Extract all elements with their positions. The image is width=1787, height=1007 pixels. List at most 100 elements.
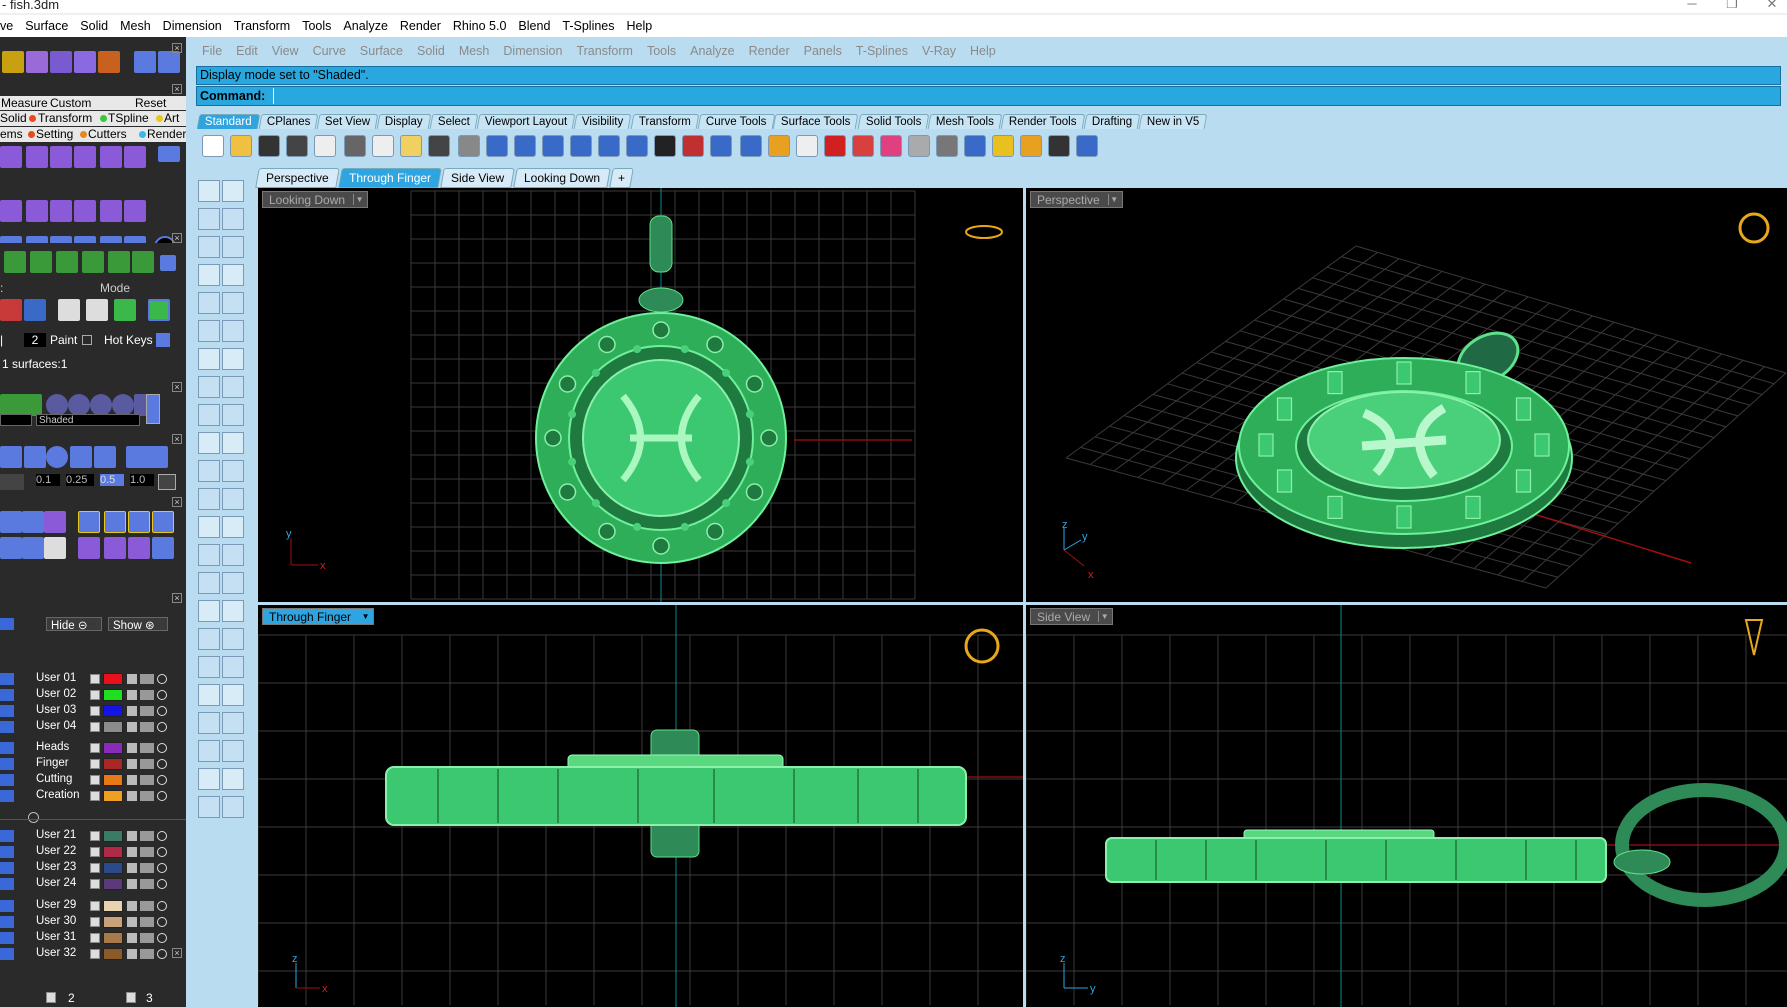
side-tool-icon[interactable] [222, 348, 244, 370]
layer-row[interactable]: User 29 [0, 899, 178, 913]
pan-icon[interactable] [458, 135, 480, 157]
layer-name[interactable]: User 01 [36, 672, 76, 684]
layer-name[interactable]: User 29 [36, 899, 76, 911]
print-icon[interactable] [286, 135, 308, 157]
tab-solid-tools[interactable]: Solid Tools [857, 114, 930, 129]
help-icon[interactable] [1076, 135, 1098, 157]
side-tool-icon[interactable] [222, 292, 244, 314]
cube-icon[interactable] [26, 146, 48, 168]
layer-color-swatch[interactable] [103, 900, 123, 912]
linetype-icon[interactable] [140, 690, 154, 700]
linetype-icon[interactable] [140, 933, 154, 943]
expand-icon[interactable] [90, 949, 100, 959]
layer-color-swatch[interactable] [103, 758, 123, 770]
menu-blend[interactable]: Blend [512, 19, 556, 33]
gear-icon[interactable] [1020, 135, 1042, 157]
side-tool-icon[interactable] [198, 432, 220, 454]
tab-drafting[interactable]: Drafting [1083, 114, 1141, 129]
custom-label[interactable]: Custom [50, 96, 91, 110]
layer-select[interactable] [0, 414, 32, 426]
lock-icon[interactable] [127, 775, 137, 785]
close-icon[interactable]: × [172, 434, 182, 444]
tool-icon[interactable] [992, 135, 1014, 157]
viewport-through-finger[interactable]: z x Through Finger ▼ [258, 605, 1023, 1007]
close-icon[interactable]: × [172, 593, 182, 603]
layer-row[interactable]: Finger [0, 757, 178, 771]
copy-icon[interactable] [372, 135, 394, 157]
expand-icon[interactable] [90, 933, 100, 943]
layer-color-swatch[interactable] [103, 742, 123, 754]
viewport-side-view[interactable]: z y Side View ▼ [1026, 605, 1787, 1007]
lock-icon[interactable] [127, 847, 137, 857]
tool-icon[interactable] [0, 537, 22, 559]
tool-icon[interactable] [74, 51, 96, 73]
expand-icon[interactable] [90, 863, 100, 873]
category-solid[interactable]: Solid [0, 111, 27, 125]
menu-help[interactable]: Help [621, 19, 659, 33]
side-tool-icon[interactable] [198, 320, 220, 342]
sphere-icon[interactable] [90, 394, 112, 416]
snap-icon[interactable] [24, 446, 46, 468]
tab-curve-tools[interactable]: Curve Tools [697, 114, 775, 129]
side-tool-icon[interactable] [222, 460, 244, 482]
side-tool-icon[interactable] [222, 656, 244, 678]
cylinder-icon[interactable] [100, 146, 122, 168]
layer-name[interactable]: User 23 [36, 861, 76, 873]
cube-view-icon[interactable] [58, 299, 80, 321]
category-setting[interactable]: Setting [36, 127, 73, 141]
lock-icon[interactable] [127, 722, 137, 732]
visibility-icon[interactable] [157, 706, 167, 716]
layer-name[interactable]: User 24 [36, 877, 76, 889]
rmenu-help[interactable]: Help [963, 44, 1003, 58]
visibility-icon[interactable] [157, 775, 167, 785]
viewport-title-side-view[interactable]: Side View ▼ [1030, 608, 1114, 625]
rmenu-curve[interactable]: Curve [306, 44, 353, 58]
render-icon[interactable] [56, 251, 78, 273]
side-tool-icon[interactable] [198, 572, 220, 594]
lock-icon[interactable] [127, 674, 137, 684]
close-icon[interactable]: × [172, 84, 182, 94]
tab-new-in-v5[interactable]: New in V5 [1138, 114, 1208, 129]
rmenu-tsplines[interactable]: T-Splines [849, 44, 915, 58]
cube-view-icon[interactable] [114, 299, 136, 321]
tool-icon[interactable] [104, 511, 126, 533]
view-icon[interactable] [0, 299, 22, 321]
tol-2[interactable]: 0.25 [66, 474, 94, 486]
cube-view-icon[interactable] [148, 299, 170, 321]
vptab-add[interactable]: + [609, 168, 634, 188]
side-tool-icon[interactable] [222, 208, 244, 230]
visibility-icon[interactable] [157, 917, 167, 927]
side-tool-icon[interactable] [198, 544, 220, 566]
side-tool-icon[interactable] [222, 740, 244, 762]
lock-icon[interactable] [127, 743, 137, 753]
side-tool-icon[interactable] [222, 796, 244, 818]
render-icon[interactable] [710, 135, 732, 157]
linetype-icon[interactable] [140, 706, 154, 716]
category-tspline[interactable]: TSpline [108, 111, 149, 125]
import-icon[interactable] [314, 135, 336, 157]
close-icon[interactable]: × [172, 948, 182, 958]
close-icon[interactable]: × [172, 43, 182, 53]
snap-icon[interactable] [46, 446, 68, 468]
menu-tools[interactable]: Tools [296, 19, 337, 33]
lock-icon[interactable] [824, 135, 846, 157]
linetype-icon[interactable] [140, 879, 154, 889]
pencil-icon[interactable] [22, 511, 44, 533]
side-tool-icon[interactable] [198, 712, 220, 734]
expand-icon[interactable] [90, 847, 100, 857]
shape-icon[interactable] [0, 146, 22, 168]
menu-tsplines[interactable]: T-Splines [556, 19, 620, 33]
viewport-looking-down[interactable]: y x Looking Down ▼ [258, 188, 1023, 602]
lock-icon[interactable] [127, 949, 137, 959]
side-tool-icon[interactable] [222, 712, 244, 734]
side-tool-icon[interactable] [198, 768, 220, 790]
rmenu-edit[interactable]: Edit [229, 44, 265, 58]
layer-color-swatch[interactable] [103, 705, 123, 717]
tool-icon[interactable] [2, 51, 24, 73]
snap-icon[interactable] [94, 446, 116, 468]
side-tool-icon[interactable] [222, 684, 244, 706]
open-icon[interactable] [230, 135, 252, 157]
close-icon[interactable]: × [172, 497, 182, 507]
menu-solid[interactable]: Solid [74, 19, 114, 33]
shape-icon[interactable] [0, 200, 22, 222]
